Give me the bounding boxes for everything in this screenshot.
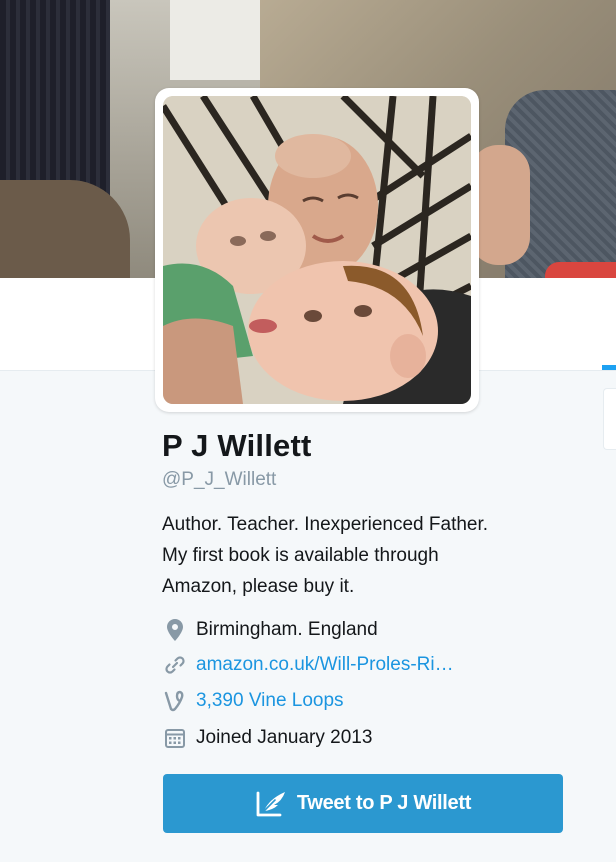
active-tab-indicator xyxy=(602,365,616,370)
profile-name[interactable]: P J Willett xyxy=(162,428,312,464)
profile-avatar[interactable] xyxy=(155,88,479,412)
location-pin-icon xyxy=(162,617,188,643)
bio-line: Amazon, please buy it. xyxy=(162,576,355,597)
profile-joined-date: Joined January 2013 xyxy=(162,724,372,752)
profile-website[interactable]: amazon.co.uk/Will-Proles-Ri… xyxy=(162,651,454,679)
link-icon xyxy=(162,652,188,678)
joined-text: Joined January 2013 xyxy=(196,727,373,748)
bio-line: Author. Teacher. Inexperienced Father. xyxy=(162,514,489,535)
tweet-to-button[interactable]: Tweet to P J Willett xyxy=(163,774,563,833)
side-card-edge xyxy=(603,388,616,450)
avatar-photo xyxy=(163,96,471,404)
bio-line: My first book is available through xyxy=(162,545,439,566)
compose-quill-icon xyxy=(255,789,289,819)
location-text: Birmingham. England xyxy=(196,619,378,640)
vine-loops-link[interactable]: 3,390 Vine Loops xyxy=(196,690,344,712)
profile-location: Birmingham. England xyxy=(162,616,378,644)
tweet-to-label: Tweet to P J Willett xyxy=(296,792,472,814)
calendar-icon xyxy=(162,725,188,751)
profile-bio: Author. Teacher. Inexperienced Father. M… xyxy=(162,509,562,602)
profile-handle[interactable]: @P_J_Willett xyxy=(162,469,276,491)
profile-vine-loops[interactable]: 3,390 Vine Loops xyxy=(162,687,344,715)
vine-icon xyxy=(162,688,188,714)
website-link[interactable]: amazon.co.uk/Will-Proles-Ri… xyxy=(196,654,454,676)
